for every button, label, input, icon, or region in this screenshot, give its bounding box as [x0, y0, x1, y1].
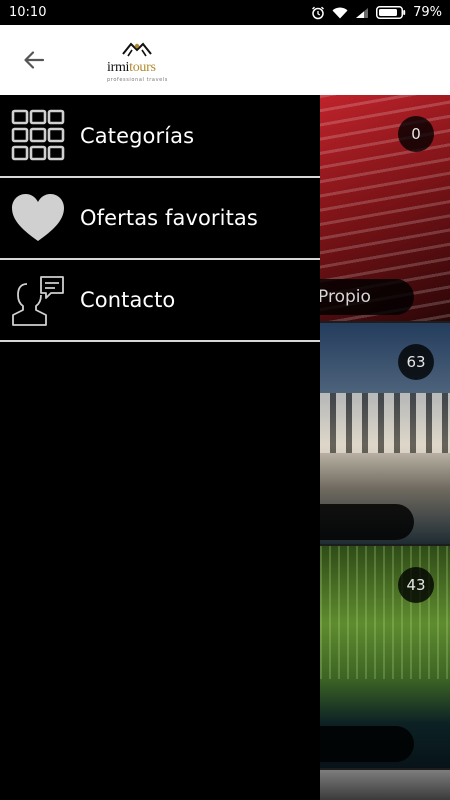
battery-icon: [376, 6, 406, 19]
menu-item-label: Ofertas favoritas: [80, 206, 258, 230]
offer-card[interactable]: 0 Propio: [320, 95, 450, 321]
logo-tagline: professional travels: [107, 77, 168, 83]
battery-percent: 79%: [413, 5, 442, 20]
status-icons: 79%: [311, 5, 442, 20]
offers-list: 0 Propio 63 43: [320, 95, 450, 800]
status-time: 10:10: [9, 5, 47, 20]
count-badge: 0: [398, 116, 434, 152]
logo-wordmark: irmitours: [107, 60, 156, 75]
menu-item-label: Categorías: [80, 123, 195, 148]
count-badge: 63: [398, 344, 434, 380]
menu-item-contacto[interactable]: Contacto: [0, 260, 320, 342]
app-toolbar: irmitours professional travels: [0, 25, 450, 95]
menu-item-ofertas-favoritas[interactable]: Ofertas favoritas: [0, 178, 320, 260]
grid-icon: [11, 109, 65, 161]
count-badge: 43: [398, 567, 434, 603]
alarm-icon: [312, 6, 325, 19]
wifi-icon: [332, 7, 348, 18]
menu-item-categorias[interactable]: Categorías: [0, 95, 320, 178]
offer-card[interactable]: [320, 770, 450, 800]
offer-card[interactable]: 43: [320, 546, 450, 768]
app-logo: irmitours professional travels: [107, 40, 169, 83]
card-image: [320, 546, 450, 680]
heart-icon: [12, 194, 64, 241]
offer-card[interactable]: 63: [320, 323, 450, 544]
contact-chat-icon: [12, 276, 64, 326]
menu-item-label: Contacto: [80, 288, 176, 312]
navigation-drawer: Categorías Ofertas favoritas Contacto: [0, 95, 320, 800]
arrow-left-icon[interactable]: [21, 47, 47, 73]
logo-mark-icon: [122, 42, 152, 57]
card-label: [320, 726, 414, 762]
card-label: [320, 504, 414, 540]
status-bar: 10:10 79%: [0, 0, 450, 25]
signal-icon: [356, 7, 369, 18]
card-image: [320, 393, 450, 453]
card-label: Propio: [320, 279, 414, 315]
